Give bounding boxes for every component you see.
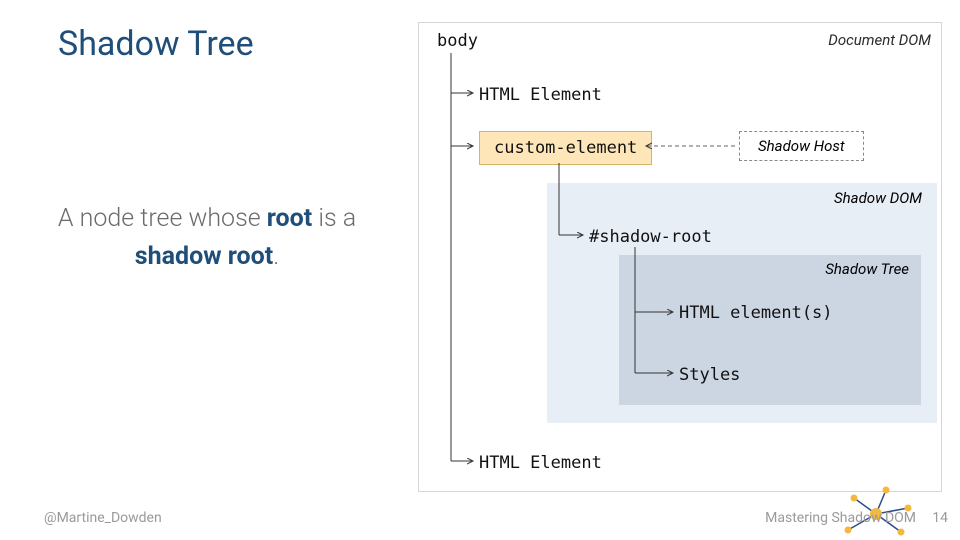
node-custom-element: custom-element <box>479 131 652 165</box>
desc-pre: A node tree whose <box>58 204 267 233</box>
desc-post: . <box>273 242 279 271</box>
shadow-tree-label: Shadow Tree <box>825 260 909 278</box>
document-dom-label: Document DOM <box>828 31 931 49</box>
node-html-element-2: HTML Element <box>479 453 602 473</box>
node-body: body <box>437 31 478 51</box>
node-styles: Styles <box>679 365 740 385</box>
node-shadow-root: #shadow-root <box>589 227 712 247</box>
shadow-host-label: Shadow Host <box>739 131 864 161</box>
dom-diagram: Document DOM body HTML Element custom-el… <box>418 22 942 492</box>
slide-title: Shadow Tree <box>58 24 254 64</box>
node-html-elements: HTML element(s) <box>679 303 833 323</box>
footer-handle: @Martine_Dowden <box>44 510 162 526</box>
slide-description: A node tree whose root is a shadow root. <box>42 200 372 275</box>
shadow-tree-box: Shadow Tree HTML element(s) Styles <box>619 255 921 405</box>
desc-mid: is a <box>312 204 356 233</box>
desc-strong-shadow-root: shadow root <box>135 242 273 271</box>
shadow-dom-box: Shadow DOM #shadow-root Shadow Tree HTML… <box>547 183 937 423</box>
footer-deck-title: Mastering Shadow DOM <box>765 510 916 526</box>
desc-strong-root: root <box>267 204 312 233</box>
footer-page-number: 14 <box>932 510 948 526</box>
node-html-element-1: HTML Element <box>479 85 602 105</box>
shadow-dom-label: Shadow DOM <box>834 189 922 207</box>
